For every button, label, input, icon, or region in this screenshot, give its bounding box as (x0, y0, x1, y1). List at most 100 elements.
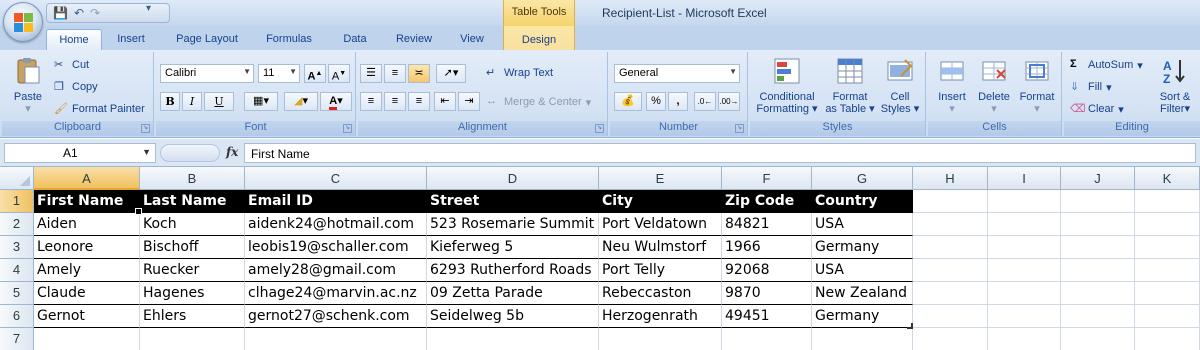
cell-i2[interactable] (988, 213, 1061, 236)
percent-button[interactable]: % (646, 92, 666, 111)
cell-f1[interactable]: Zip Code (722, 190, 812, 213)
cell-e6[interactable]: Herzogenrath (599, 305, 722, 328)
tab-design[interactable]: Design (503, 26, 575, 50)
cell-i6[interactable] (988, 305, 1061, 328)
cell-styles-button[interactable]: Cell Styles ▾ (878, 56, 922, 115)
paste-button[interactable]: Paste ▾ (8, 56, 48, 115)
font-name-combo[interactable]: Calibri ▼ (160, 64, 254, 83)
increase-indent-button[interactable]: ⇥ (458, 92, 480, 111)
cell-b6[interactable]: Ehlers (140, 305, 245, 328)
cell-e7[interactable] (599, 328, 722, 350)
column-header-d[interactable]: D (427, 167, 599, 190)
number-launcher-icon[interactable]: ↘ (735, 124, 744, 133)
font-size-combo[interactable]: 11 ▼ (258, 64, 300, 83)
save-icon[interactable]: 💾 (53, 6, 68, 20)
cell-e5[interactable]: Rebeccaston (599, 282, 722, 305)
cell-a3[interactable]: Leonore (34, 236, 140, 259)
delete-cells-button[interactable]: Delete ▾ (974, 56, 1014, 115)
cell-j4[interactable] (1061, 259, 1135, 282)
align-bottom-button[interactable]: ≍ (408, 64, 430, 83)
cell-d7[interactable] (427, 328, 599, 350)
cell-g6[interactable]: Germany (812, 305, 913, 328)
cell-g3[interactable]: Germany (812, 236, 913, 259)
cell-j1[interactable] (1061, 190, 1135, 213)
cell-a7[interactable] (34, 328, 140, 350)
cell-i3[interactable] (988, 236, 1061, 259)
row-header-1[interactable]: 1 (0, 190, 34, 213)
borders-button[interactable]: ▦▾ (244, 92, 278, 111)
cell-e4[interactable]: Port Telly (599, 259, 722, 282)
cut-button[interactable]: ✂ Cut (54, 58, 89, 72)
row-header-3[interactable]: 3 (0, 236, 34, 259)
cell-j3[interactable] (1061, 236, 1135, 259)
column-header-g[interactable]: G (812, 167, 913, 190)
cell-f5[interactable]: 9870 (722, 282, 812, 305)
cell-b7[interactable] (140, 328, 245, 350)
cell-f2[interactable]: 84821 (722, 213, 812, 236)
tab-formulas[interactable]: Formulas (258, 29, 320, 50)
row-header-4[interactable]: 4 (0, 259, 34, 282)
redo-icon[interactable]: ↷ (90, 6, 100, 20)
cell-k1[interactable] (1135, 190, 1200, 213)
cell-a6[interactable]: Gernot (34, 305, 140, 328)
insert-function-button[interactable]: fx (226, 145, 238, 159)
row-header-5[interactable]: 5 (0, 282, 34, 305)
cell-d2[interactable]: 523 Rosemarie Summit (427, 213, 599, 236)
cell-b4[interactable]: Ruecker (140, 259, 245, 282)
cell-d6[interactable]: Seidelweg 5b (427, 305, 599, 328)
clear-button[interactable]: ⌫ Clear ▾ (1070, 102, 1124, 116)
number-format-combo[interactable]: General ▼ (614, 64, 740, 83)
alignment-launcher-icon[interactable]: ↘ (595, 124, 604, 133)
row-header-7[interactable]: 7 (0, 328, 34, 350)
cell-d1[interactable]: Street (427, 190, 599, 213)
cell-h2[interactable] (913, 213, 988, 236)
cell-f3[interactable]: 1966 (722, 236, 812, 259)
accounting-format-button[interactable]: 💰 (614, 92, 642, 111)
shrink-font-button[interactable]: A▼ (328, 64, 350, 83)
column-header-i[interactable]: I (988, 167, 1061, 190)
align-right-button[interactable]: ≡ (408, 92, 430, 111)
column-header-j[interactable]: J (1061, 167, 1135, 190)
cell-g1[interactable]: Country (812, 190, 913, 213)
cell-k2[interactable] (1135, 213, 1200, 236)
align-top-button[interactable]: ☰ (360, 64, 382, 83)
cell-g7[interactable] (812, 328, 913, 350)
cell-k3[interactable] (1135, 236, 1200, 259)
cell-e2[interactable]: Port Veldatown (599, 213, 722, 236)
column-header-b[interactable]: B (140, 167, 245, 190)
underline-button[interactable]: U (204, 92, 234, 111)
cell-d3[interactable]: Kieferweg 5 (427, 236, 599, 259)
wrap-text-button[interactable]: ↵ Wrap Text (486, 66, 553, 80)
cell-j7[interactable] (1061, 328, 1135, 350)
grow-font-button[interactable]: A▲ (304, 64, 326, 83)
increase-decimal-button[interactable]: .0← (694, 92, 716, 111)
undo-icon[interactable]: ↶ (74, 6, 84, 20)
cell-b2[interactable]: Koch (140, 213, 245, 236)
format-as-table-button[interactable]: Format as Table ▾ (822, 56, 878, 115)
cell-f6[interactable]: 49451 (722, 305, 812, 328)
cell-a5[interactable]: Claude (34, 282, 140, 305)
fill-color-button[interactable]: ◢▾ (284, 92, 318, 111)
cell-i4[interactable] (988, 259, 1061, 282)
office-button[interactable] (3, 2, 43, 42)
cell-i1[interactable] (988, 190, 1061, 213)
font-color-button[interactable]: A▾ (320, 92, 352, 111)
decrease-decimal-button[interactable]: .00→ (718, 92, 740, 111)
tab-page-layout[interactable]: Page Layout (168, 29, 246, 50)
cell-h7[interactable] (913, 328, 988, 350)
formula-input[interactable]: First Name (244, 143, 1196, 163)
clipboard-launcher-icon[interactable]: ↘ (141, 124, 150, 133)
cell-c1[interactable]: Email ID (245, 190, 427, 213)
cell-k4[interactable] (1135, 259, 1200, 282)
column-header-k[interactable]: K (1135, 167, 1200, 190)
font-launcher-icon[interactable]: ↘ (343, 124, 352, 133)
cell-b3[interactable]: Bischoff (140, 236, 245, 259)
column-header-h[interactable]: H (913, 167, 988, 190)
cell-a1[interactable]: First Name (34, 190, 140, 213)
cell-k5[interactable] (1135, 282, 1200, 305)
cell-a4[interactable]: Amely (34, 259, 140, 282)
cell-b5[interactable]: Hagenes (140, 282, 245, 305)
row-header-6[interactable]: 6 (0, 305, 34, 328)
tab-insert[interactable]: Insert (108, 29, 154, 50)
format-painter-button[interactable]: 🖌 Format Painter (54, 102, 145, 116)
